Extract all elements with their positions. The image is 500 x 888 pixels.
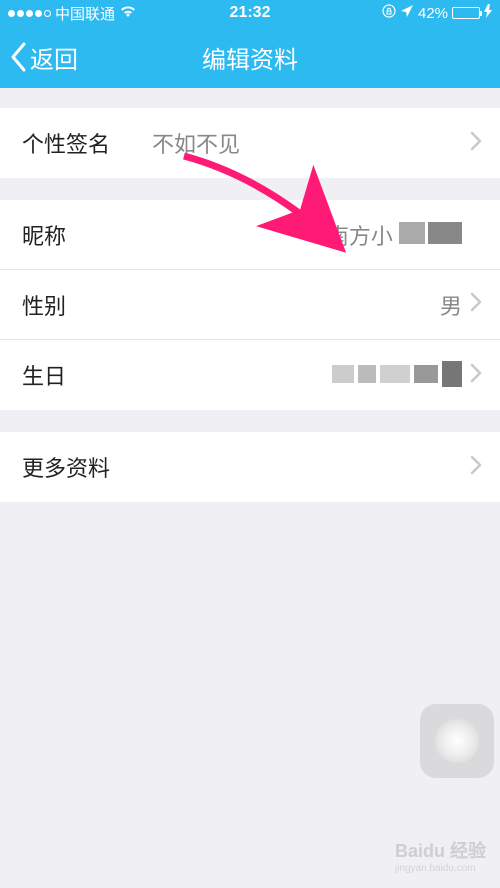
section-signature: 个性签名 不如不见 — [0, 108, 500, 178]
censored-text — [332, 361, 462, 387]
back-label: 返回 — [30, 40, 78, 75]
status-left: 中国联通 — [8, 3, 230, 24]
signature-label: 个性签名 — [22, 127, 152, 159]
gender-label: 性别 — [22, 289, 152, 321]
row-signature[interactable]: 个性签名 不如不见 — [0, 108, 500, 178]
gender-value: 男 — [152, 289, 470, 321]
birthday-label: 生日 — [22, 359, 152, 391]
row-nickname[interactable]: 昵称 南方小 — [0, 200, 500, 270]
censored-text — [399, 222, 462, 244]
chevron-left-icon — [10, 42, 28, 72]
signal-strength-icon — [8, 10, 51, 17]
chevron-right-icon — [470, 131, 482, 156]
nav-bar: 返回 编辑资料 — [0, 26, 500, 88]
location-icon — [400, 4, 414, 22]
section-profile: 昵称 南方小 性别 男 生日 — [0, 200, 500, 410]
nickname-label: 昵称 — [22, 219, 152, 251]
status-time: 21:32 — [230, 4, 271, 22]
watermark-url: jingyan.baidu.com — [395, 863, 486, 874]
carrier-label: 中国联通 — [55, 3, 115, 24]
row-more[interactable]: 更多资料 — [0, 432, 500, 502]
charging-icon — [484, 4, 492, 22]
row-birthday[interactable]: 生日 — [0, 340, 500, 410]
chevron-right-icon — [470, 292, 482, 317]
nickname-value: 南方小 — [152, 219, 470, 251]
chevron-right-icon — [470, 363, 482, 388]
birthday-value — [152, 361, 470, 389]
row-gender[interactable]: 性别 男 — [0, 270, 500, 340]
chevron-right-icon — [470, 455, 482, 480]
nickname-prefix: 南方小 — [327, 224, 393, 249]
watermark: Baidu 经验 jingyan.baidu.com — [395, 837, 486, 874]
status-bar: 中国联通 21:32 42% — [0, 0, 500, 26]
battery-percent: 42% — [418, 5, 448, 22]
status-right: 42% — [270, 4, 492, 22]
assistive-touch-icon — [435, 719, 479, 763]
back-button[interactable]: 返回 — [10, 40, 78, 75]
signature-value: 不如不见 — [152, 127, 470, 159]
assistive-touch-button[interactable] — [420, 704, 494, 778]
wifi-icon — [119, 4, 137, 22]
section-more: 更多资料 — [0, 432, 500, 502]
page-title: 编辑资料 — [202, 40, 298, 75]
watermark-brand: Baidu 经验 — [395, 841, 486, 861]
battery-icon — [452, 7, 480, 19]
more-label: 更多资料 — [22, 451, 110, 483]
orientation-lock-icon — [382, 4, 396, 22]
